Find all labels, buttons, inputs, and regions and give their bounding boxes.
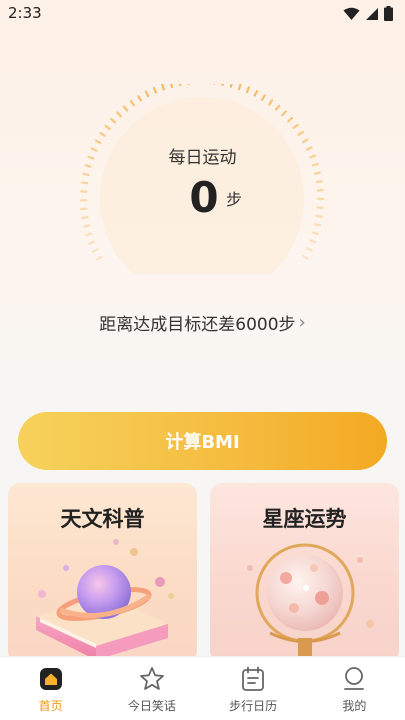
dial-tick bbox=[268, 99, 274, 106]
astronomy-book-planet-illustration bbox=[36, 539, 174, 660]
horoscope-card-title: 星座运势 bbox=[262, 507, 347, 531]
dial-tick bbox=[309, 239, 317, 244]
dial-tick bbox=[301, 138, 309, 144]
tab-jokes-label: 今日笑话 bbox=[127, 699, 176, 713]
dial-tick bbox=[229, 84, 233, 88]
dial-tick bbox=[297, 130, 304, 136]
astronomy-card[interactable]: 天文科普 bbox=[8, 483, 197, 663]
dial-tick bbox=[152, 86, 158, 94]
dial-tick bbox=[161, 84, 165, 91]
chevron-right-icon: › bbox=[298, 312, 306, 333]
horoscope-card[interactable]: 星座运势 bbox=[210, 483, 399, 663]
bottom-tab-bar: 首页 今日笑话 步行日历 我的 bbox=[0, 656, 405, 720]
calendar-icon bbox=[242, 666, 265, 691]
dial-tick bbox=[253, 90, 259, 97]
dial-tick bbox=[260, 94, 266, 101]
dial-tick bbox=[88, 240, 96, 245]
dial-tick bbox=[315, 180, 323, 184]
battery-icon bbox=[384, 6, 393, 21]
tab-home-label: 首页 bbox=[38, 699, 63, 713]
profile-icon bbox=[344, 667, 365, 690]
dial-tick bbox=[311, 231, 319, 236]
dial-tick bbox=[178, 84, 182, 87]
dial-tick bbox=[129, 100, 135, 107]
tab-profile[interactable]: 我的 bbox=[304, 657, 405, 720]
tab-profile-label: 我的 bbox=[342, 699, 367, 713]
dial-tick bbox=[274, 104, 281, 111]
signal-icon bbox=[366, 7, 378, 20]
dial-tick bbox=[170, 84, 174, 89]
tab-calendar-label: 步行日历 bbox=[229, 699, 278, 713]
dial-tick bbox=[237, 84, 242, 91]
tab-calendar[interactable]: 步行日历 bbox=[203, 657, 304, 720]
dial-tick bbox=[82, 172, 90, 176]
status-time: 2:33 bbox=[8, 4, 42, 22]
dial-tick bbox=[305, 247, 313, 252]
tab-jokes[interactable]: 今日笑话 bbox=[101, 657, 202, 720]
star-icon bbox=[139, 667, 164, 690]
dial-tick bbox=[104, 124, 111, 130]
dial-tick bbox=[99, 131, 106, 137]
dial-tick bbox=[144, 90, 150, 98]
dial-tick bbox=[314, 223, 322, 227]
wifi-icon bbox=[343, 7, 360, 20]
dial-tick bbox=[314, 171, 322, 175]
calculate-bmi-button[interactable]: 计算BMI bbox=[18, 412, 387, 470]
dial-tick bbox=[81, 181, 89, 185]
tab-home[interactable]: 首页 bbox=[0, 657, 101, 720]
dial-tick bbox=[245, 86, 250, 94]
status-bar: 2:33 bbox=[0, 0, 405, 28]
dial-tick bbox=[281, 110, 287, 117]
dial-tick bbox=[287, 116, 294, 123]
dial-tick bbox=[315, 214, 323, 218]
dial-tick bbox=[110, 117, 117, 124]
dial-tick bbox=[96, 255, 103, 261]
step-count: 0 bbox=[189, 173, 219, 222]
astronomy-card-title: 天文科普 bbox=[60, 507, 145, 531]
goal-link[interactable]: 距离达成目标还差6000步 › bbox=[0, 310, 405, 335]
dial-tick bbox=[292, 123, 299, 130]
dial-title: 每日运动 bbox=[168, 148, 237, 168]
dial-tick bbox=[81, 216, 89, 220]
home-icon bbox=[39, 668, 62, 690]
dial-tick bbox=[116, 111, 122, 118]
globe-illustration bbox=[247, 543, 374, 658]
dial-tick bbox=[85, 232, 93, 237]
dial-tick bbox=[83, 224, 91, 228]
dial-tick bbox=[221, 84, 224, 86]
dial-tick bbox=[122, 105, 129, 112]
dial-tick bbox=[301, 254, 309, 260]
goal-text: 距离达成目标还差6000步 bbox=[99, 315, 296, 335]
dial-tick bbox=[137, 95, 142, 102]
dial-tick bbox=[91, 248, 99, 253]
status-icons bbox=[343, 6, 393, 21]
step-unit: 步 bbox=[226, 190, 243, 209]
